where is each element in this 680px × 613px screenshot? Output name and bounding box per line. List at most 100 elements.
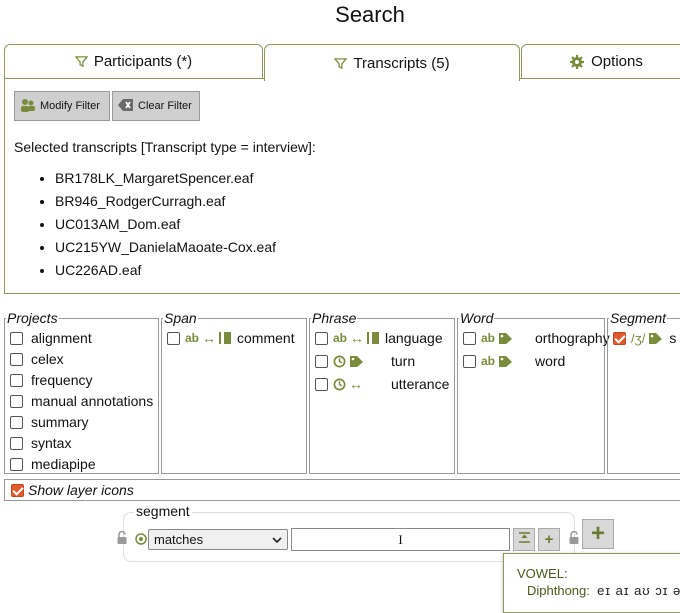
word-legend: Word: [460, 310, 494, 326]
checkbox[interactable]: [10, 373, 23, 387]
users-icon: [20, 98, 36, 115]
plus-icon: +: [590, 520, 605, 547]
tab-participants[interactable]: Participants (*): [4, 44, 263, 78]
modify-filter-label: Modify Filter: [40, 100, 100, 112]
align-middle-icon: [518, 531, 531, 549]
checkbox[interactable]: [10, 436, 23, 450]
clear-filter-label: Clear Filter: [138, 100, 192, 112]
tag-icon: ab: [481, 331, 527, 345]
checkbox-checked[interactable]: [11, 483, 24, 497]
popup-row: Diphthong: eɪ aɪ aʊ ɔɪ ə: [527, 583, 680, 598]
transcript-list: BR178LK_MargaretSpencer.eaf BR946_Rodger…: [35, 167, 276, 282]
list-item: UC226AD.eaf: [55, 259, 276, 282]
checkbox[interactable]: [315, 354, 328, 368]
checkbox-checked[interactable]: [613, 331, 626, 345]
popup-heading: VOWEL:: [517, 566, 568, 581]
popup-heading-text: VOWEL: [517, 566, 564, 581]
list-item: UC013AM_Dom.eaf: [55, 213, 276, 236]
layer-turn[interactable]: turn: [315, 353, 415, 369]
selected-transcripts-label: Selected transcripts [Transcript type = …: [14, 139, 316, 155]
clock-interval-icon: ↔: [333, 376, 383, 392]
project-label: summary: [31, 414, 89, 430]
show-layer-icons[interactable]: Show layer icons: [4, 479, 680, 501]
pattern-value: I: [398, 531, 403, 547]
align-button[interactable]: [513, 528, 535, 551]
layer-label: utterance: [391, 376, 450, 392]
pattern-input[interactable]: I: [291, 528, 510, 551]
popup-row-value[interactable]: eɪ aɪ aʊ ɔɪ ə: [597, 583, 680, 598]
plus-icon: +: [544, 531, 554, 548]
transcripts-panel: Modify Filter Clear Filter Selected tran…: [4, 78, 680, 294]
match-type-select[interactable]: matches: [148, 529, 288, 550]
tab-participants-label: Participants (*): [93, 53, 193, 70]
layer-orthography[interactable]: ab orthography: [463, 330, 610, 346]
tab-transcripts-label: Transcripts (5): [353, 54, 450, 72]
span-layer-icon: ab ↔: [333, 330, 380, 346]
clock-tag-icon: [333, 355, 383, 368]
layer-comment[interactable]: ab ↔ comment: [167, 330, 295, 346]
chevron-down-icon: [272, 532, 282, 547]
layer-label: language: [385, 330, 443, 346]
tab-transcripts[interactable]: Transcripts (5): [264, 44, 520, 81]
layer-label: word: [535, 353, 566, 369]
project-mediapipe[interactable]: mediapipe: [10, 456, 96, 472]
layer-label: turn: [391, 353, 416, 369]
project-summary[interactable]: summary: [10, 414, 89, 430]
checkbox[interactable]: [10, 415, 23, 429]
project-manual-annotations[interactable]: manual annotations: [10, 393, 153, 409]
tab-options[interactable]: Options: [521, 44, 680, 78]
project-label: syntax: [31, 435, 72, 451]
page-title: Search: [335, 2, 405, 27]
project-alignment[interactable]: alignment: [10, 330, 92, 346]
layer-label: comment: [237, 330, 295, 346]
clear-icon: [118, 98, 134, 114]
checkbox[interactable]: [10, 457, 23, 471]
checkbox[interactable]: [167, 331, 180, 345]
match-type-value: matches: [154, 532, 204, 547]
checkbox[interactable]: [315, 331, 328, 345]
show-layer-icons-label: Show layer icons: [28, 482, 134, 498]
checkbox[interactable]: [315, 377, 328, 391]
lock-icon[interactable]: [569, 530, 579, 544]
tab-options-label: Options: [591, 53, 643, 70]
list-item: UC215YW_DanielaMaoate-Cox.eaf: [55, 236, 276, 259]
add-match-button[interactable]: +: [538, 528, 560, 551]
layer-word[interactable]: ab word: [463, 353, 565, 369]
phrase-legend: Phrase: [312, 310, 357, 326]
project-syntax[interactable]: syntax: [10, 435, 71, 451]
gear-icon: [569, 54, 585, 70]
project-frequency[interactable]: frequency: [10, 372, 92, 388]
filter-icon: [74, 55, 88, 68]
lock-icon[interactable]: [117, 530, 127, 544]
project-label: celex: [31, 351, 64, 367]
project-label: manual annotations: [31, 393, 154, 409]
span-layer-icon: ab ↔: [185, 330, 232, 346]
layer-language[interactable]: ab ↔ language: [315, 330, 443, 346]
layer-label: orthography: [535, 330, 610, 346]
checkbox[interactable]: [463, 331, 476, 345]
clear-filter-button[interactable]: Clear Filter: [112, 91, 200, 121]
modify-filter-button[interactable]: Modify Filter: [14, 91, 110, 121]
phoneme-tag-icon: /ʒ/: [631, 331, 663, 346]
projects-legend: Projects: [7, 310, 58, 326]
filter-icon: [334, 57, 348, 70]
list-item: BR946_RodgerCurragh.eaf: [55, 190, 276, 213]
list-item: BR178LK_MargaretSpencer.eaf: [55, 167, 276, 190]
tag-icon: ab: [481, 354, 527, 368]
checkbox[interactable]: [463, 354, 476, 368]
project-celex[interactable]: celex: [10, 351, 64, 367]
target-icon[interactable]: [135, 532, 147, 545]
add-layer-button[interactable]: +: [582, 519, 614, 549]
project-label: mediapipe: [31, 456, 96, 472]
checkbox[interactable]: [10, 394, 23, 408]
layer-utterance[interactable]: ↔ utterance: [315, 376, 449, 392]
segment-layer-label: segment: [134, 503, 192, 519]
layer-label: s: [669, 330, 677, 346]
phoneme-picker-popup: VOWEL: Diphthong: eɪ aɪ aʊ ɔɪ ə: [503, 553, 680, 613]
checkbox[interactable]: [10, 331, 23, 345]
span-legend: Span: [164, 310, 197, 326]
layer-segment[interactable]: /ʒ/ s: [613, 330, 676, 346]
segment-legend: Segment: [610, 310, 667, 326]
checkbox[interactable]: [10, 352, 23, 366]
project-label: frequency: [31, 372, 93, 388]
